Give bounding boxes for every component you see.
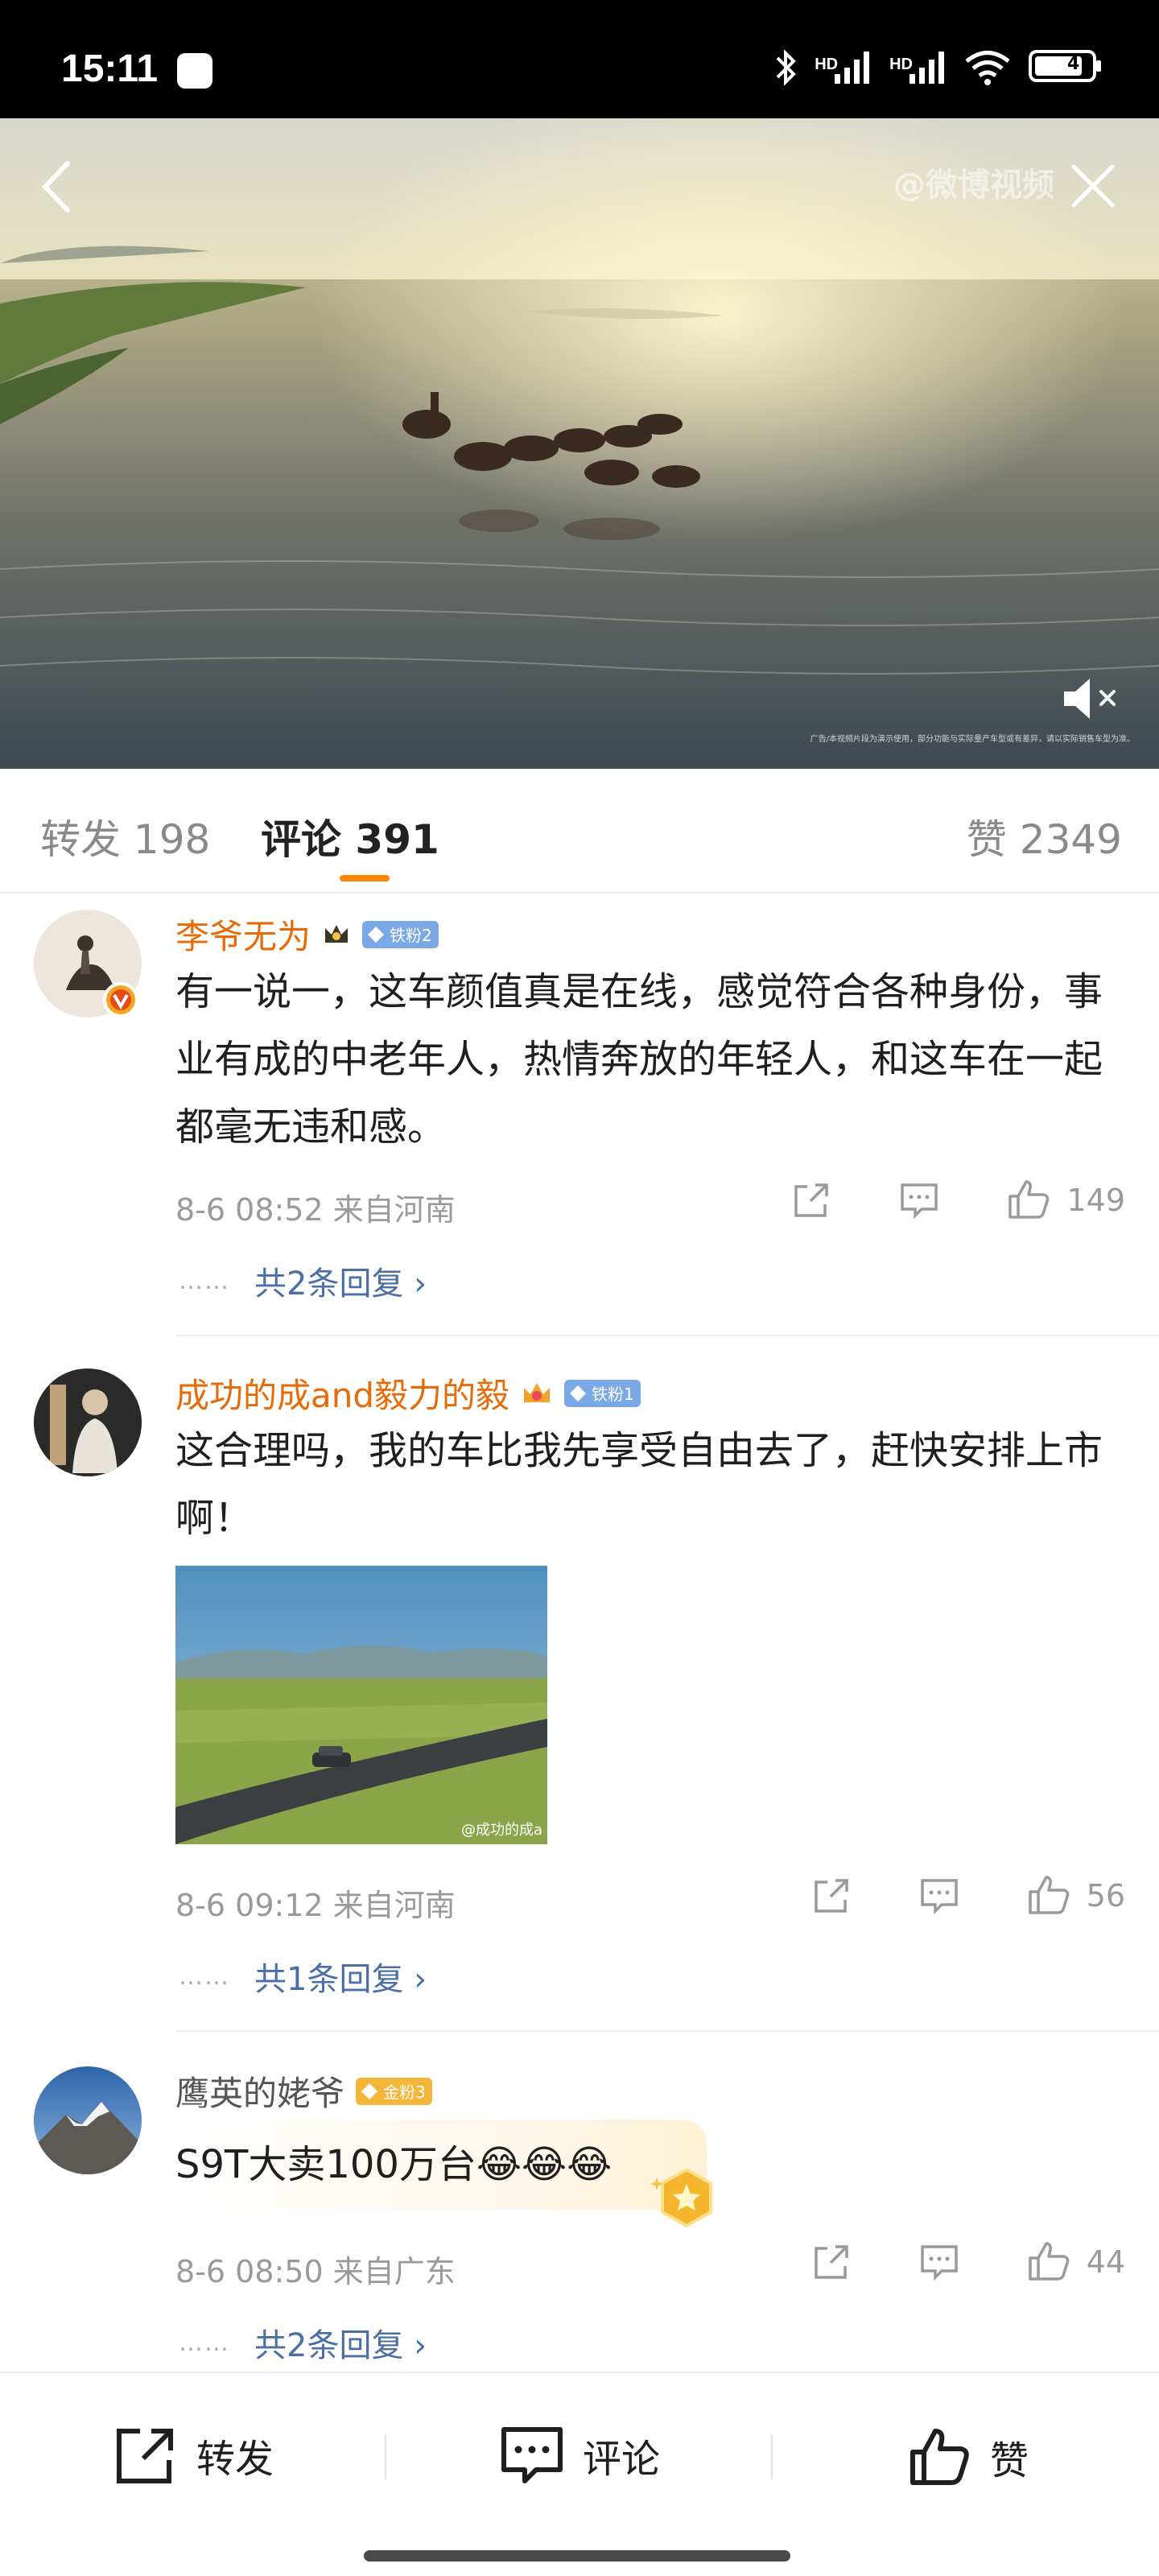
video-frame	[0, 118, 1159, 769]
view-replies-link[interactable]: 共2条回复 ›	[254, 2319, 427, 2366]
comment-header: 成功的成and毅力的毅 铁粉1	[175, 1368, 641, 1418]
repost-label: 转发	[196, 2437, 274, 2482]
reply-dots: ……	[179, 1266, 230, 1295]
comment-image[interactable]: @成功的成a	[175, 1566, 547, 1844]
reply-dots: ……	[179, 2328, 230, 2357]
divider	[175, 2030, 1159, 2032]
reply-row: …… 共2条回复 ›	[179, 1257, 427, 1304]
comment-text: S9T大卖100万台😂😂😂	[175, 2142, 612, 2187]
status-time: 15:11	[61, 47, 159, 90]
status-bar: 15:11 HD HD 4	[0, 0, 1159, 118]
fan-badge-label: 铁粉1	[592, 1385, 634, 1404]
divider	[385, 2434, 386, 2479]
tab-repost[interactable]: 转发 198	[40, 807, 210, 865]
thumbs-up-icon	[1028, 2242, 1069, 2281]
like-count: 56	[1086, 1878, 1125, 1913]
share-icon[interactable]	[810, 1874, 853, 1918]
battery-level: 4	[1067, 54, 1080, 74]
comment-label: 评论	[583, 2437, 661, 2482]
mute-icon[interactable]	[1059, 671, 1124, 727]
fan-badge-label: 铁粉2	[390, 926, 432, 945]
avatar[interactable]	[34, 1368, 142, 1476]
back-arrow-icon[interactable]	[32, 151, 80, 223]
comment-item: 成功的成and毅力的毅 铁粉1 这合理吗，我的车比我先享受自由去了，赶快安排上市…	[0, 1336, 1159, 2033]
crown-icon	[524, 1382, 551, 1402]
tab-bar: 转发 198 评论 391 赞 2349	[0, 769, 1159, 894]
signal-icon	[909, 52, 944, 84]
signal-icon	[835, 52, 870, 84]
comment-item: 李爷无为 铁粉2 有一说一，这车颜值真是在线，感觉符合各种身份，事业有成的中老年…	[0, 894, 1159, 1336]
video-watermark: @微博视频	[893, 167, 1054, 204]
diamond-icon	[361, 2083, 378, 2099]
signal1-label: HD	[815, 56, 839, 73]
like-action[interactable]: 56	[1025, 1872, 1125, 1919]
like-count: 149	[1066, 1183, 1125, 1218]
comment-meta: 8-6 08:52 来自河南	[175, 1192, 456, 1228]
comment-header: 李爷无为 铁粉2	[175, 910, 439, 959]
comment-actions: 44	[810, 2239, 1125, 2285]
fan-badge: 金粉3	[356, 2077, 432, 2105]
image-watermark: @成功的成a	[460, 1822, 542, 1839]
repost-button[interactable]: 转发	[113, 2425, 274, 2486]
comment-text: 有一说一，这车颜值真是在线，感觉符合各种身份，事业有成的中老年人，热情奔放的年轻…	[175, 969, 1103, 1150]
reply-dots: ……	[179, 1962, 230, 1991]
like-button[interactable]: 赞	[908, 2425, 1029, 2489]
bottom-action-bar: 转发 评论 赞	[0, 2372, 1159, 2576]
comment-text: 这合理吗，我的车比我先享受自由去了，赶快安排上市啊！	[175, 1428, 1103, 1541]
diamond-icon	[368, 926, 385, 943]
comment-meta: 8-6 08:50 来自广东	[175, 2254, 456, 2289]
status-icons: HD HD 4	[774, 47, 1103, 89]
share-icon	[117, 2429, 173, 2483]
divider	[771, 2434, 773, 2479]
like-label: 赞	[990, 2438, 1029, 2483]
crown-icon	[325, 924, 349, 943]
comment-username[interactable]: 李爷无为	[175, 910, 311, 959]
battery-icon: 4	[1029, 49, 1103, 86]
thumbs-up-icon	[1008, 1180, 1050, 1219]
home-indicator[interactable]	[364, 2550, 790, 2562]
like-action[interactable]: 149	[1005, 1177, 1125, 1224]
share-icon[interactable]	[790, 1179, 833, 1222]
comment-username[interactable]: 鹰英的姥爷	[175, 2066, 344, 2116]
comment-actions: 56	[810, 1872, 1125, 1919]
fan-badge-label: 金粉3	[383, 2083, 426, 2102]
verified-icon	[103, 982, 138, 1018]
active-tab-indicator	[340, 875, 390, 881]
view-replies-link[interactable]: 共1条回复 ›	[254, 1953, 427, 2000]
comment-item: 鹰英的姥爷 金粉3 S9T大卖100万台😂😂😂 8-6 08:50 来自广东 4…	[0, 2033, 1159, 2372]
comment-icon[interactable]	[918, 1874, 961, 1918]
video-disclaimer: 广告/本视频片段为演示使用，部分功能与实际量产车型或有差异，请以实际销售车型为准…	[810, 735, 1135, 744]
comment-icon	[501, 2427, 563, 2483]
fan-badge: 铁粉1	[564, 1379, 641, 1407]
bluetooth-icon	[776, 49, 797, 86]
thumbs-up-icon	[1028, 1876, 1069, 1914]
thumbs-up-icon	[910, 2429, 969, 2485]
comment-meta: 8-6 09:12 来自河南	[175, 1888, 456, 1923]
like-action[interactable]: 44	[1025, 2239, 1125, 2285]
close-icon[interactable]	[1067, 160, 1119, 212]
fan-badge: 铁粉2	[362, 920, 439, 948]
comment-actions: 149	[790, 1177, 1125, 1224]
comment-icon[interactable]	[897, 1179, 941, 1222]
comment-icon[interactable]	[918, 2240, 961, 2284]
wifi-icon	[965, 51, 1010, 85]
share-icon[interactable]	[810, 2240, 853, 2284]
reply-row: …… 共1条回复 ›	[179, 1953, 427, 2000]
comment-header: 鹰英的姥爷 金粉3	[175, 2066, 432, 2116]
avatar[interactable]	[34, 2066, 142, 2174]
diamond-icon	[570, 1385, 587, 1402]
tab-like[interactable]: 赞 2349	[967, 807, 1122, 865]
view-replies-link[interactable]: 共2条回复 ›	[254, 1257, 427, 1304]
reply-row: …… 共2条回复 ›	[179, 2319, 427, 2366]
tab-comment[interactable]: 评论 391	[261, 807, 439, 865]
comment-button[interactable]: 评论	[499, 2425, 660, 2486]
notification-icon	[177, 53, 212, 89]
signal2-label: HD	[889, 56, 913, 73]
like-count: 44	[1086, 2244, 1125, 2280]
video-player[interactable]: @微博视频 广告/本视频片段为演示使用，部分功能与实际量产车型或有差异，请以实际…	[0, 118, 1159, 769]
comment-username[interactable]: 成功的成and毅力的毅	[175, 1368, 509, 1418]
